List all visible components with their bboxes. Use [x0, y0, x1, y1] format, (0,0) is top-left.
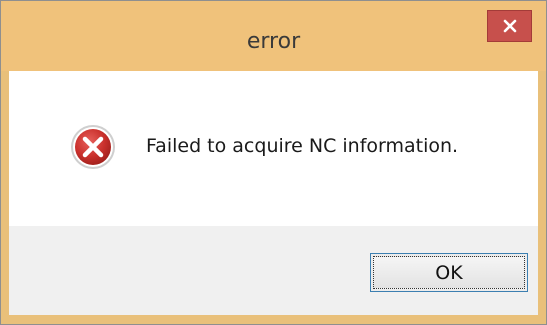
dialog-content: Failed to acquire NC information. OK [9, 71, 538, 315]
error-x-icon [71, 125, 115, 169]
error-dialog-window: error Failed to acquire NC information. … [0, 0, 547, 325]
title-bar[interactable]: error [1, 1, 546, 71]
close-icon [503, 19, 516, 33]
button-bar: OK [9, 226, 538, 315]
close-button[interactable] [487, 10, 532, 42]
ok-button-label: OK [373, 256, 525, 289]
ok-button[interactable]: OK [370, 253, 528, 292]
window-title: error [246, 29, 301, 54]
message-area: Failed to acquire NC information. [9, 71, 538, 226]
error-message: Failed to acquire NC information. [146, 135, 459, 157]
